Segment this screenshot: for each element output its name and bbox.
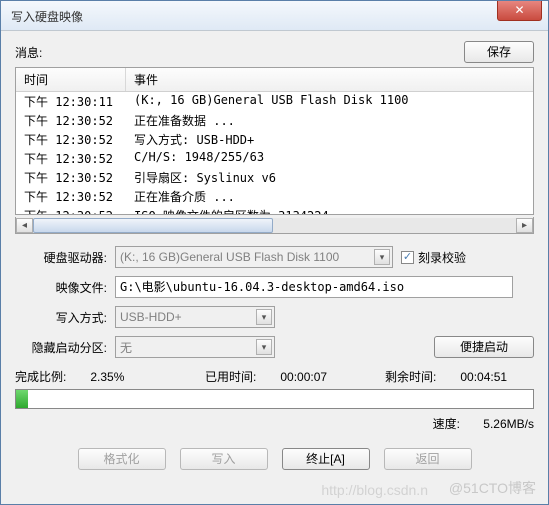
- checkbox-icon: ✓: [401, 251, 414, 264]
- drive-value: (K:, 16 GB)General USB Flash Disk 1100: [120, 250, 339, 264]
- scroll-left-arrow[interactable]: ◂: [16, 218, 33, 233]
- log-event: 写入方式: USB-HDD+: [126, 130, 533, 149]
- remain-label: 剩余时间:: [385, 368, 436, 385]
- save-button[interactable]: 保存: [464, 41, 534, 63]
- log-time: 下午 12:30:52: [16, 149, 126, 168]
- log-time: 下午 12:30:52: [16, 130, 126, 149]
- hidden-value: 无: [120, 339, 132, 356]
- format-button[interactable]: 格式化: [78, 448, 166, 470]
- verify-checkbox[interactable]: ✓ 刻录校验: [401, 249, 466, 266]
- dialog-window: 写入硬盘映像 ✕ 消息: 保存 时间 事件 下午 12:30:11(K:, 16…: [0, 0, 549, 505]
- log-time: 下午 12:30:52: [16, 187, 126, 206]
- abort-button[interactable]: 终止[A]: [282, 448, 370, 470]
- drive-label: 硬盘驱动器:: [15, 249, 115, 266]
- log-time: 下午 12:30:52: [16, 168, 126, 187]
- speed-row: 速度: 5.26MB/s: [15, 415, 534, 432]
- image-input[interactable]: G:\电影\ubuntu-16.04.3-desktop-amd64.iso: [115, 276, 513, 298]
- log-time: 下午 12:30:52: [16, 111, 126, 130]
- image-label: 映像文件:: [15, 279, 115, 296]
- log-row[interactable]: 下午 12:30:11(K:, 16 GB)General USB Flash …: [16, 92, 533, 111]
- log-event: 引导扇区: Syslinux v6: [126, 168, 533, 187]
- elapsed-value: 00:00:07: [280, 370, 327, 384]
- log-row[interactable]: 下午 12:30:52正在准备数据 ...: [16, 111, 533, 130]
- close-button[interactable]: ✕: [497, 1, 542, 21]
- progress-bar: [15, 389, 534, 409]
- percent-value: 2.35%: [90, 370, 124, 384]
- window-title: 写入硬盘映像: [11, 8, 83, 25]
- log-row[interactable]: 下午 12:30:52写入方式: USB-HDD+: [16, 130, 533, 149]
- titlebar[interactable]: 写入硬盘映像 ✕: [1, 1, 548, 31]
- speed-label: 速度:: [433, 417, 460, 431]
- watermark-text: @51CTO博客: [449, 478, 536, 498]
- percent-label: 完成比例:: [15, 368, 66, 385]
- log-time: 下午 12:30:11: [16, 92, 126, 111]
- log-row[interactable]: 下午 12:30:52正在准备介质 ...: [16, 187, 533, 206]
- method-select[interactable]: USB-HDD+ ▾: [115, 306, 275, 328]
- horizontal-scrollbar[interactable]: ◂ ▸: [15, 217, 534, 234]
- hidden-label: 隐藏启动分区:: [15, 339, 115, 356]
- log-row[interactable]: 下午 12:30:52ISO 映像文件的扇区数为 3134224: [16, 206, 533, 215]
- log-header: 时间 事件: [16, 68, 533, 92]
- progress-fill: [16, 390, 28, 408]
- log-event: 正在准备介质 ...: [126, 187, 533, 206]
- method-label: 写入方式:: [15, 309, 115, 326]
- speed-value: 5.26MB/s: [483, 417, 534, 431]
- scroll-thumb[interactable]: [33, 218, 273, 233]
- scroll-right-arrow[interactable]: ▸: [516, 218, 533, 233]
- back-button[interactable]: 返回: [384, 448, 472, 470]
- log-time: 下午 12:30:52: [16, 206, 126, 215]
- log-event: 正在准备数据 ...: [126, 111, 533, 130]
- content-area: 消息: 保存 时间 事件 下午 12:30:11(K:, 16 GB)Gener…: [1, 31, 548, 480]
- method-value: USB-HDD+: [120, 310, 182, 324]
- close-icon: ✕: [514, 3, 524, 17]
- write-button[interactable]: 写入: [180, 448, 268, 470]
- watermark-url: http://blog.csdn.n: [321, 482, 428, 498]
- log-listview[interactable]: 时间 事件 下午 12:30:11(K:, 16 GB)General USB …: [15, 67, 534, 215]
- verify-label: 刻录校验: [418, 249, 466, 266]
- message-label: 消息:: [15, 44, 464, 61]
- log-col-time[interactable]: 时间: [16, 68, 126, 91]
- dropdown-icon: ▾: [374, 249, 390, 265]
- log-col-event[interactable]: 事件: [126, 68, 533, 91]
- dropdown-icon: ▾: [256, 339, 272, 355]
- quickboot-button[interactable]: 便捷启动: [434, 336, 534, 358]
- action-row: 格式化 写入 终止[A] 返回: [15, 448, 534, 470]
- remain-value: 00:04:51: [460, 370, 507, 384]
- log-row[interactable]: 下午 12:30:52C/H/S: 1948/255/63: [16, 149, 533, 168]
- elapsed-label: 已用时间:: [205, 368, 256, 385]
- scroll-track[interactable]: [33, 218, 516, 233]
- dropdown-icon: ▾: [256, 309, 272, 325]
- stats-row: 完成比例: 2.35% 已用时间: 00:00:07 剩余时间: 00:04:5…: [15, 368, 534, 385]
- log-event: C/H/S: 1948/255/63: [126, 149, 533, 168]
- hidden-select[interactable]: 无 ▾: [115, 336, 275, 358]
- log-event: (K:, 16 GB)General USB Flash Disk 1100: [126, 92, 533, 111]
- drive-select[interactable]: (K:, 16 GB)General USB Flash Disk 1100 ▾: [115, 246, 393, 268]
- log-row[interactable]: 下午 12:30:52引导扇区: Syslinux v6: [16, 168, 533, 187]
- log-event: ISO 映像文件的扇区数为 3134224: [126, 206, 533, 215]
